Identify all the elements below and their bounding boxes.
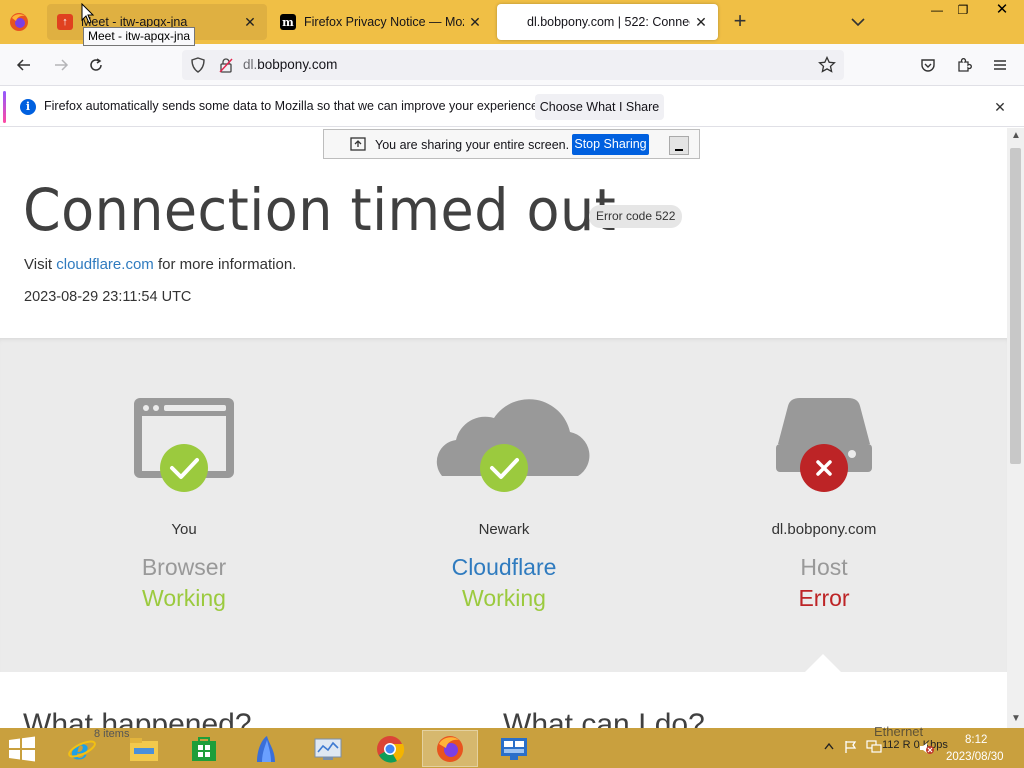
visit-suffix: for more information. <box>153 256 297 273</box>
minimize-sharing-bar-button[interactable] <box>669 136 689 155</box>
show-hidden-icons-chevron-icon[interactable] <box>824 742 834 750</box>
firefox-icon[interactable] <box>422 730 478 767</box>
reload-button[interactable] <box>84 53 108 77</box>
tab-tooltip: Meet - itw-apqx-jna <box>83 27 196 46</box>
arrow-right-icon <box>55 59 69 71</box>
pocket-icon <box>921 59 935 72</box>
tab-title: dl.bobpony.com | 522: Connect <box>527 15 690 29</box>
windows-start-icon[interactable] <box>8 736 36 762</box>
mouse-cursor-icon <box>81 3 95 24</box>
host-status: Error <box>798 585 850 611</box>
reload-icon <box>90 58 102 71</box>
new-tab-button[interactable]: + <box>728 10 752 34</box>
tracking-protection-shield-icon[interactable] <box>190 57 206 73</box>
scroll-up-arrow-icon[interactable]: ▲ <box>1011 130 1021 141</box>
error-timestamp: 2023-08-29 23:11:54 UTC <box>24 289 192 305</box>
screen-share-icon <box>350 137 366 151</box>
what-happened-heading: What happened? <box>23 708 252 728</box>
system-tray: Ethernet 112 R 0 Kbps 8:12 2023/08/30 <box>820 724 1024 768</box>
diagnostic-browser: You Browser Working <box>24 338 344 672</box>
chevron-down-icon[interactable] <box>848 12 868 32</box>
url-domain: bobpony.com <box>257 57 338 72</box>
forward-button[interactable] <box>49 53 73 77</box>
cloud-icon <box>436 399 590 492</box>
address-bar[interactable]: dl.bobpony.com <box>182 50 844 80</box>
close-window-button[interactable]: ✕ <box>980 0 1024 22</box>
close-tab-icon[interactable]: ✕ <box>239 11 261 33</box>
google-meet-icon: ↑ <box>57 14 73 30</box>
tab-privacy-notice[interactable]: m Firefox Privacy Notice — Mozill ✕ <box>270 4 492 40</box>
items-count-text: 8 items <box>94 728 130 740</box>
close-tab-icon[interactable]: ✕ <box>464 11 486 33</box>
cloudflare-status: Working <box>462 585 546 611</box>
close-tab-icon[interactable]: ✕ <box>690 11 712 33</box>
browser-status: Working <box>142 585 226 611</box>
scroll-down-arrow-icon[interactable]: ▼ <box>1011 713 1021 724</box>
arrow-left-icon <box>16 59 30 71</box>
store-icon[interactable] <box>176 730 232 767</box>
vertical-scrollbar[interactable]: ▲ ▼ <box>1007 128 1024 728</box>
notification-accent-bar <box>3 91 6 123</box>
hamburger-menu-icon <box>994 60 1006 70</box>
error-title: Connection timed out <box>23 176 617 244</box>
remote-desktop-icon[interactable] <box>486 730 542 767</box>
chrome-icon[interactable] <box>362 730 418 767</box>
app-menu-button[interactable] <box>988 53 1012 77</box>
clock-time[interactable]: 8:12 <box>965 734 987 746</box>
browser-location: You <box>171 521 197 538</box>
app-icon[interactable] <box>238 730 294 767</box>
host-location: dl.bobpony.com <box>771 521 877 538</box>
pocket-button[interactable] <box>916 53 940 77</box>
network-icon[interactable] <box>866 740 882 754</box>
close-notification-icon[interactable]: ✕ <box>990 97 1010 117</box>
url-text[interactable]: dl.bobpony.com <box>243 57 337 72</box>
network-speed: 112 R 0 Kbps <box>882 739 948 751</box>
clock-date[interactable]: 2023/08/30 <box>946 751 1004 763</box>
cloudflare-link[interactable]: cloudflare.com <box>56 256 154 273</box>
bookmark-star-icon[interactable] <box>818 56 836 74</box>
visit-info-text: Visit cloudflare.com for more informatio… <box>24 256 296 273</box>
what-can-i-do-heading: What can I do? <box>503 708 705 728</box>
scrollbar-thumb[interactable] <box>1010 148 1021 464</box>
choose-what-i-share-button[interactable]: Choose What I Share <box>535 94 664 120</box>
browser-window-icon <box>134 398 234 492</box>
control-panel-icon[interactable] <box>300 730 356 767</box>
back-button[interactable] <box>12 53 36 77</box>
cloudflare-location: Newark <box>478 521 530 538</box>
extensions-button[interactable] <box>952 53 976 77</box>
tab-title: Firefox Privacy Notice — Mozill <box>304 15 464 29</box>
page-content: Connection timed out Error code 522 Visi… <box>0 128 1007 728</box>
cloudflare-kind[interactable]: Cloudflare <box>344 554 664 581</box>
diagnostic-cloudflare: Newark Cloudflare Working <box>344 338 664 672</box>
data-collection-notification: i Firefox automatically sends some data … <box>0 87 1024 127</box>
visit-prefix: Visit <box>24 256 57 273</box>
info-icon: i <box>20 99 36 115</box>
sharing-message: You are sharing your entire screen. <box>375 138 570 152</box>
host-kind: Host <box>800 554 848 580</box>
firefox-view-icon[interactable] <box>8 11 30 33</box>
mozilla-m-icon: m <box>280 14 296 30</box>
insecure-lock-icon[interactable] <box>218 57 234 73</box>
screen-sharing-indicator: You are sharing your entire screen. Stop… <box>323 129 700 159</box>
diagnostic-host: dl.bobpony.com Host Error <box>664 338 984 672</box>
windows-taskbar: e Ethernet 112 R 0 Kbps 8:12 2023/08/30 <box>0 724 1024 768</box>
volume-muted-icon[interactable] <box>918 740 934 756</box>
error-code-badge: Error code 522 <box>589 205 683 228</box>
network-name: Ethernet <box>874 724 924 739</box>
url-subdomain: dl. <box>243 57 258 72</box>
server-icon <box>776 398 872 492</box>
restore-window-button[interactable]: ❐ <box>948 0 978 22</box>
notification-message: Firefox automatically sends some data to… <box>44 99 542 113</box>
tab-bobpony-active[interactable]: dl.bobpony.com | 522: Connect ✕ <box>497 4 718 40</box>
flag-icon[interactable] <box>844 740 858 754</box>
host-indicator-notch <box>804 654 842 673</box>
navigation-toolbar: dl.bobpony.com <box>0 44 1024 86</box>
puzzle-piece-icon <box>958 58 972 72</box>
diagnostic-panel: You Browser Working Newark Cloudflare Wo… <box>0 338 1007 673</box>
browser-kind: Browser <box>141 554 227 580</box>
stop-sharing-button[interactable]: Stop Sharing <box>572 134 649 155</box>
